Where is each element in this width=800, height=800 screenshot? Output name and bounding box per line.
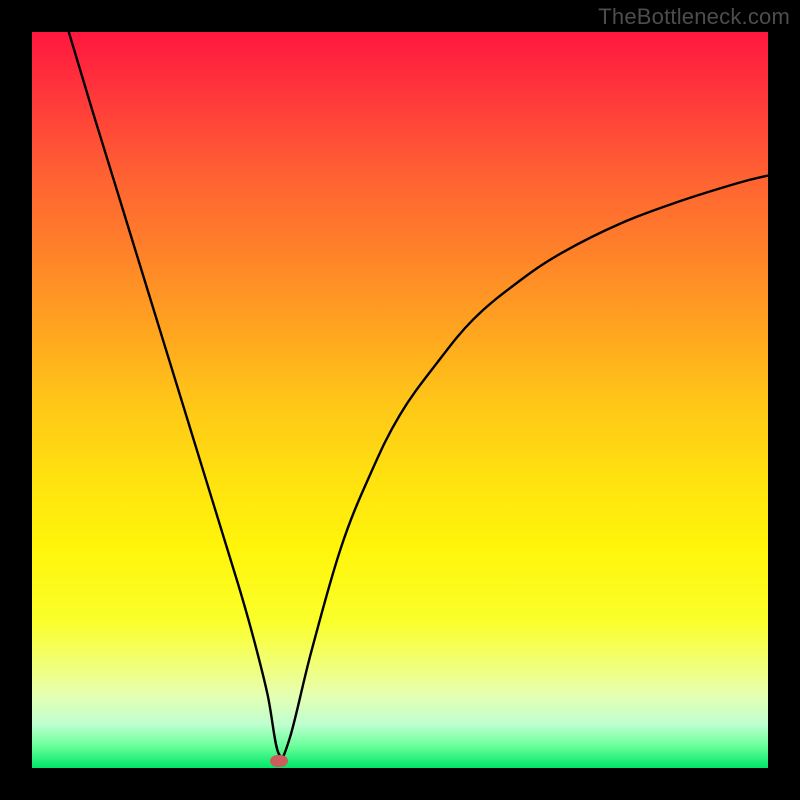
watermark-text: TheBottleneck.com	[598, 4, 790, 30]
plot-area	[32, 32, 768, 768]
curve-layer	[32, 32, 768, 768]
bottleneck-curve	[69, 32, 768, 757]
chart-frame: TheBottleneck.com	[0, 0, 800, 800]
optimal-point-marker	[270, 755, 288, 767]
